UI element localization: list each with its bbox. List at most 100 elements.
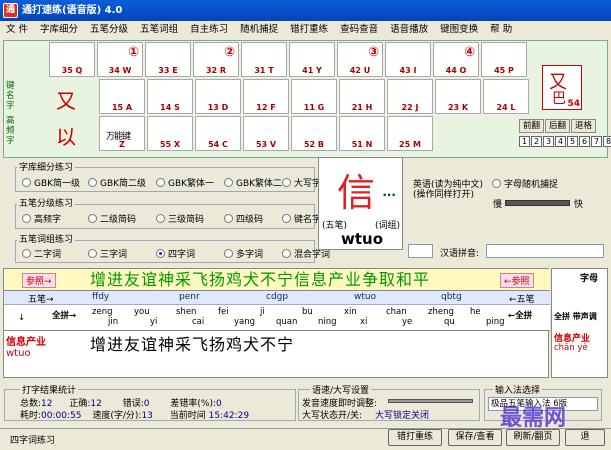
num-button-5[interactable]: 6 [579, 136, 590, 147]
pinyin-input[interactable] [486, 244, 604, 258]
speed-slider[interactable] [505, 200, 570, 206]
keys-row3-5[interactable]: 51 N [339, 116, 385, 151]
nav-button-1[interactable]: 后翻 [545, 119, 571, 133]
keys-row3-1[interactable]: 55 X [147, 116, 193, 151]
grp2-option-3[interactable]: 四级码 [224, 212, 263, 225]
radio-icon [156, 214, 165, 223]
menu-item-7[interactable]: 查码查音 [334, 21, 384, 39]
menu-item-0[interactable]: 文 件 [0, 21, 34, 39]
keys-row1-8[interactable]: 44 O ④ [433, 42, 479, 77]
typing-area: 参照→ 增进友谊神采飞扬鸡犬不宁信息产业争取和平 ←参照 五笔→ ←五笔 ffd… [3, 268, 550, 378]
small-input[interactable] [408, 244, 433, 258]
caps-state[interactable]: 大写锁定关闭 [375, 408, 429, 421]
charset-group-title: 字库细分练习 [17, 160, 76, 173]
num-button-3[interactable]: 4 [555, 136, 566, 147]
nav-button-2[interactable]: 退格 [571, 119, 597, 133]
keys-row1-1[interactable]: 34 W ① [97, 42, 143, 77]
keys-row1-6[interactable]: 42 U ③ [337, 42, 383, 77]
keys-row2-7[interactable]: 23 K [435, 79, 481, 114]
key-code: 15 A [111, 103, 133, 112]
num-button-0[interactable]: 1 [519, 136, 530, 147]
save-view-button[interactable]: 保存/查看 [448, 429, 502, 446]
keys-row1-5[interactable]: 41 Y [289, 42, 335, 77]
menu-item-6[interactable]: 错打重练 [284, 21, 334, 39]
grp2-option-1[interactable]: 二级简码 [88, 212, 136, 225]
grp1-option-3[interactable]: GBK繁体二 [224, 176, 282, 189]
menu-item-3[interactable]: 五笔词组 [134, 21, 184, 39]
prompt-left: 参照→ [22, 273, 56, 288]
char-sub: 巴 [552, 91, 566, 107]
letter-capture-option[interactable]: 字母随机捕捉 [492, 177, 558, 190]
stats-line2: 耗时:00:00:55 速度(字/分):13 当前时间 15:42:29 [20, 411, 250, 421]
hint-char: 信 [337, 171, 376, 215]
retry-errors-button[interactable]: 错打重练 [388, 429, 442, 446]
radio-icon [22, 214, 31, 223]
keys-row2-4[interactable]: 11 G [291, 79, 337, 114]
menu-item-8[interactable]: 语音播放 [384, 21, 434, 39]
keys-row1-9[interactable]: 45 P [481, 42, 527, 77]
speech-speed-slider[interactable] [388, 399, 473, 403]
pinyin-pair-3: fei yang [218, 307, 256, 327]
keys-row1-2[interactable]: 33 E [145, 42, 191, 77]
radio-icon [88, 178, 97, 187]
grp3-option-1[interactable]: 三字词 [88, 247, 127, 260]
radio-icon [282, 214, 291, 223]
menu-item-5[interactable]: 随机捕捉 [234, 21, 284, 39]
keys-row3-0[interactable]: Z 万能键 [99, 116, 145, 151]
level-group-title: 五笔分级练习 [17, 196, 76, 209]
current-key-char: 又 巴 54 [542, 65, 582, 110]
grp3-option-0[interactable]: 二字词 [22, 247, 61, 260]
menu-item-4[interactable]: 自主练习 [184, 21, 234, 39]
english-option-note: (操作同样打开) [413, 190, 475, 200]
keys-row3-4[interactable]: 52 B [291, 116, 337, 151]
key-code: 25 M [399, 140, 421, 149]
key-code: 42 U [349, 66, 371, 75]
keys-row2-1[interactable]: 14 S [147, 79, 193, 114]
speed-slow-label: 慢 [493, 200, 503, 210]
key-code: 22 J [401, 103, 419, 112]
grp1-option-1[interactable]: GBK简二级 [88, 176, 146, 189]
grp1-option-2[interactable]: GBK繁体一 [156, 176, 214, 189]
pinyin-pair-0: zeng jin [92, 307, 119, 327]
menu-item-1[interactable]: 字库细分 [34, 21, 84, 39]
num-button-2[interactable]: 3 [543, 136, 554, 147]
radio-icon [156, 178, 165, 187]
key-char-you: 又 [56, 89, 76, 113]
keys-row2-5[interactable]: 21 H [339, 79, 385, 114]
keys-row3-6[interactable]: 25 M [387, 116, 433, 151]
menu-item-10[interactable]: 帮 助 [484, 21, 518, 39]
keys-row1-0[interactable]: 35 Q [49, 42, 95, 77]
num-button-7[interactable]: 8 [603, 136, 611, 147]
keys-row1-4[interactable]: 31 T [241, 42, 287, 77]
title-bar: 通 通打速练(语音版) 4.0 [0, 0, 611, 21]
menu-item-2[interactable]: 五笔分级 [84, 21, 134, 39]
keys-row1-3[interactable]: 32 R ② [193, 42, 239, 77]
keys-row3-2[interactable]: 54 C [195, 116, 241, 151]
key-name-label: 键名字 [6, 81, 15, 111]
keys-row2-6[interactable]: 22 J [387, 79, 433, 114]
exit-button[interactable]: 退 [565, 429, 605, 446]
grp2-option-4[interactable]: 键名字 [282, 212, 321, 225]
keys-row2-3[interactable]: 12 F [243, 79, 289, 114]
menu-item-9[interactable]: 键图变换 [434, 21, 484, 39]
num-button-4[interactable]: 5 [567, 136, 578, 147]
grp2-option-0[interactable]: 高频字 [22, 212, 61, 225]
num-button-1[interactable]: 2 [531, 136, 542, 147]
input-method-title: 输入法选择 [493, 383, 543, 396]
keys-row1-7[interactable]: 43 I [385, 42, 431, 77]
grp3-option-2[interactable]: 四字词 [156, 247, 195, 260]
grp3-option-3[interactable]: 多字词 [224, 247, 263, 260]
char-code: 54 [567, 99, 580, 109]
keys-row2-0[interactable]: 15 A [99, 79, 145, 114]
typed-text[interactable]: 增进友谊神采飞扬鸡犬不宁 [90, 331, 294, 355]
wubi-code-row: 五笔→ ←五笔 ffdy penr cdgp wtuo qbtg [4, 291, 550, 305]
nav-button-0[interactable]: 前翻 [519, 119, 545, 133]
num-button-6[interactable]: 7 [591, 136, 602, 147]
keys-row3-3[interactable]: 53 V [243, 116, 289, 151]
keys-row2-2[interactable]: 13 D [195, 79, 241, 114]
keys-row2-8[interactable]: 24 L [483, 79, 529, 114]
radio-icon [88, 249, 97, 258]
target-text-bar: 参照→ 增进友谊神采飞扬鸡犬不宁信息产业争取和平 ←参照 [4, 269, 550, 291]
grp1-option-0[interactable]: GBK简一级 [22, 176, 80, 189]
grp2-option-2[interactable]: 三级简码 [156, 212, 204, 225]
